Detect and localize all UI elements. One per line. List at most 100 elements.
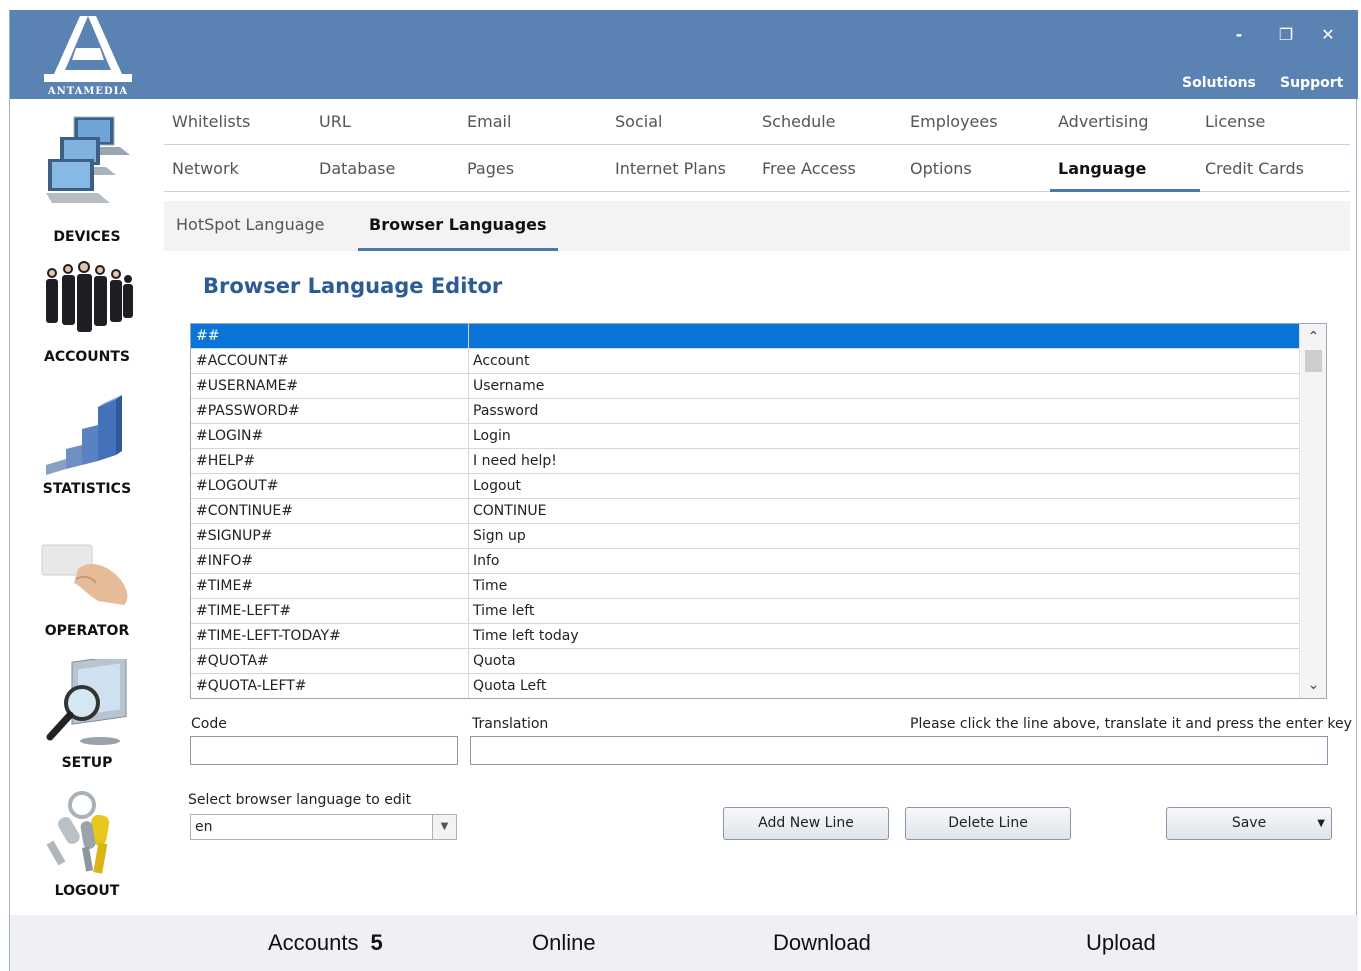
- tab-database[interactable]: Database: [319, 146, 395, 192]
- tabs-row-2: Network Database Pages Internet Plans Fr…: [164, 146, 1350, 192]
- table-row[interactable]: #LOGIN# Login: [191, 424, 1299, 449]
- table-row[interactable]: #USERNAME# Username: [191, 374, 1299, 399]
- browser-language-select[interactable]: en ▼: [190, 814, 457, 840]
- upload-status: Upload: [1086, 930, 1156, 955]
- add-new-line-button[interactable]: Add New Line: [723, 807, 889, 840]
- code-input[interactable]: [190, 736, 458, 765]
- translation-cell[interactable]: Username: [469, 374, 1299, 398]
- table-row[interactable]: #QUOTA-LEFT# Quota Left: [191, 674, 1299, 698]
- sidebar-item-logout[interactable]: LOGOUT: [10, 787, 164, 905]
- subtab-hotspot-language[interactable]: HotSpot Language: [176, 201, 325, 251]
- sidebar-item-accounts[interactable]: ACCOUNTS: [10, 259, 164, 369]
- tab-url[interactable]: URL: [319, 99, 351, 145]
- operator-label: OPERATOR: [44, 623, 130, 639]
- delete-line-button[interactable]: Delete Line: [905, 807, 1071, 840]
- code-cell[interactable]: #LOGOUT#: [191, 474, 469, 498]
- tab-social[interactable]: Social: [615, 99, 662, 145]
- select-language-label: Select browser language to edit: [188, 792, 412, 808]
- tabs-row-1: Whitelists URL Email Social Schedule Emp…: [164, 99, 1350, 145]
- code-cell[interactable]: #LOGIN#: [191, 424, 469, 448]
- code-cell[interactable]: #USERNAME#: [191, 374, 469, 398]
- translation-cell[interactable]: Password: [469, 399, 1299, 423]
- close-button[interactable]: ✕: [1314, 22, 1342, 48]
- table-row[interactable]: #CONTINUE# CONTINUE: [191, 499, 1299, 524]
- tab-schedule[interactable]: Schedule: [762, 99, 836, 145]
- table-row[interactable]: #HELP# I need help!: [191, 449, 1299, 474]
- scroll-down-icon[interactable]: ⌄: [1300, 674, 1326, 696]
- translation-input[interactable]: [470, 736, 1328, 765]
- sidebar-item-setup[interactable]: SETUP: [10, 659, 164, 777]
- tab-advertising[interactable]: Advertising: [1058, 99, 1149, 145]
- solutions-link[interactable]: Solutions: [1182, 75, 1256, 91]
- code-cell[interactable]: #INFO#: [191, 549, 469, 573]
- tab-free-access[interactable]: Free Access: [762, 146, 856, 192]
- table-row[interactable]: #SIGNUP# Sign up: [191, 524, 1299, 549]
- tab-internet-plans[interactable]: Internet Plans: [615, 146, 726, 192]
- tab-license[interactable]: License: [1205, 99, 1265, 145]
- save-button[interactable]: Save ▼: [1166, 807, 1332, 840]
- translation-cell[interactable]: CONTINUE: [469, 499, 1299, 523]
- restore-button[interactable]: ❐: [1272, 22, 1300, 48]
- subtab-browser-languages[interactable]: Browser Languages: [369, 201, 547, 251]
- table-row[interactable]: #TIME-LEFT# Time left: [191, 599, 1299, 624]
- tab-credit-cards[interactable]: Credit Cards: [1205, 146, 1304, 192]
- scroll-thumb[interactable]: [1305, 350, 1322, 372]
- translation-cell[interactable]: Quota Left: [469, 674, 1299, 698]
- tab-options[interactable]: Options: [910, 146, 972, 192]
- code-cell[interactable]: #TIME-LEFT-TODAY#: [191, 624, 469, 648]
- table-row[interactable]: #TIME# Time: [191, 574, 1299, 599]
- translation-cell[interactable]: Info: [469, 549, 1299, 573]
- translation-cell[interactable]: I need help!: [469, 449, 1299, 473]
- translation-cell[interactable]: [469, 324, 1299, 348]
- translation-cell[interactable]: Account: [469, 349, 1299, 373]
- tab-email[interactable]: Email: [467, 99, 511, 145]
- tab-language[interactable]: Language: [1058, 146, 1146, 192]
- edit-hint: Please click the line above, translate i…: [910, 716, 1352, 732]
- table-row[interactable]: #TIME-LEFT-TODAY# Time left today: [191, 624, 1299, 649]
- table-row[interactable]: #PASSWORD# Password: [191, 399, 1299, 424]
- tab-whitelists[interactable]: Whitelists: [172, 99, 250, 145]
- scroll-up-icon[interactable]: ⌃: [1300, 326, 1326, 348]
- code-cell[interactable]: #ACCOUNT#: [191, 349, 469, 373]
- translation-cell[interactable]: Sign up: [469, 524, 1299, 548]
- code-cell[interactable]: #QUOTA-LEFT#: [191, 674, 469, 698]
- dropdown-arrow-icon[interactable]: ▼: [1317, 808, 1325, 839]
- tab-pages[interactable]: Pages: [467, 146, 514, 192]
- code-cell[interactable]: #HELP#: [191, 449, 469, 473]
- tab-employees[interactable]: Employees: [910, 99, 998, 145]
- translation-cell[interactable]: Logout: [469, 474, 1299, 498]
- logout-label: LOGOUT: [54, 883, 120, 899]
- support-link[interactable]: Support: [1280, 75, 1343, 91]
- sidebar-item-operator[interactable]: OPERATOR: [10, 527, 164, 643]
- app-window: ANTAMEDIA - ❐ ✕ Solutions Support DEVICE…: [9, 10, 1358, 971]
- translation-cell[interactable]: Quota: [469, 649, 1299, 673]
- bar-chart-icon: [46, 395, 122, 475]
- sidebar-item-statistics[interactable]: STATISTICS: [10, 389, 164, 507]
- minimize-button[interactable]: -: [1225, 22, 1253, 48]
- code-cell[interactable]: #PASSWORD#: [191, 399, 469, 423]
- setup-label: SETUP: [61, 755, 113, 771]
- code-cell[interactable]: #TIME-LEFT#: [191, 599, 469, 623]
- code-cell[interactable]: ##: [191, 324, 469, 348]
- table-row[interactable]: #INFO# Info: [191, 549, 1299, 574]
- code-cell[interactable]: #QUOTA#: [191, 649, 469, 673]
- translation-cell[interactable]: Time: [469, 574, 1299, 598]
- table-row[interactable]: #QUOTA# Quota: [191, 649, 1299, 674]
- translation-cell[interactable]: Time left: [469, 599, 1299, 623]
- monitor-magnifier-icon: [46, 659, 127, 745]
- code-cell[interactable]: #SIGNUP#: [191, 524, 469, 548]
- chevron-down-icon[interactable]: ▼: [432, 815, 456, 839]
- translation-cell[interactable]: Time left today: [469, 624, 1299, 648]
- grid-scrollbar[interactable]: ⌃ ⌄: [1299, 324, 1326, 698]
- tab-network[interactable]: Network: [172, 146, 239, 192]
- accounts-status-label: Accounts: [268, 930, 359, 955]
- code-cell[interactable]: #TIME#: [191, 574, 469, 598]
- logo-text: ANTAMEDIA: [47, 86, 129, 97]
- sidebar-item-devices[interactable]: DEVICES: [10, 111, 164, 245]
- table-row[interactable]: #LOGOUT# Logout: [191, 474, 1299, 499]
- translation-cell[interactable]: Login: [469, 424, 1299, 448]
- language-grid[interactable]: ## #ACCOUNT# Account #USERNAME# Username #PAS…: [190, 323, 1327, 699]
- code-cell[interactable]: #CONTINUE#: [191, 499, 469, 523]
- table-row[interactable]: #ACCOUNT# Account: [191, 349, 1299, 374]
- table-row[interactable]: ##: [191, 324, 1299, 349]
